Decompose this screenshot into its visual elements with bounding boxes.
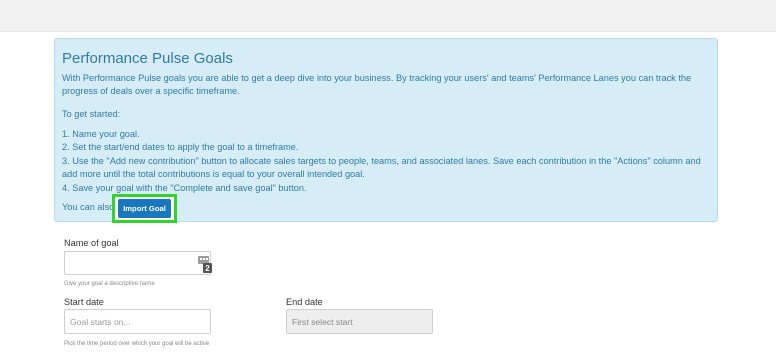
top-bar [0,0,776,32]
end-date-label: End date [286,297,323,307]
get-started-text: To get started: [62,109,121,119]
start-date-input[interactable]: Goal starts on... [64,309,211,334]
period-hint: Pick the time period over which your goa… [64,341,210,347]
step-item: 3. Use the "Add new contribution" button… [62,155,701,180]
end-date-input[interactable]: First select start [286,309,433,334]
name-of-goal-label: Name of goal [64,238,119,248]
panel-title: Performance Pulse Goals [62,50,233,67]
step-item: 1. Name your goal. [62,129,140,139]
counter-badge: 2 [205,264,210,273]
also-text: You can also [62,202,115,212]
step-item: 2. Set the start/end dates to apply the … [62,142,299,153]
steps-list: 1. Name your goal. 2. Set the start/end … [62,128,712,195]
name-hint: Give your goal a descriptive name [64,281,155,287]
character-counter-icon: 2 [198,256,212,273]
import-goal-button[interactable]: Import Goal [118,199,171,218]
start-date-label: Start date [64,297,104,307]
intro-text: With Performance Pulse goals you are abl… [62,73,692,96]
goal-name-input[interactable] [64,251,211,275]
import-goal-highlight: Import Goal [112,194,177,223]
